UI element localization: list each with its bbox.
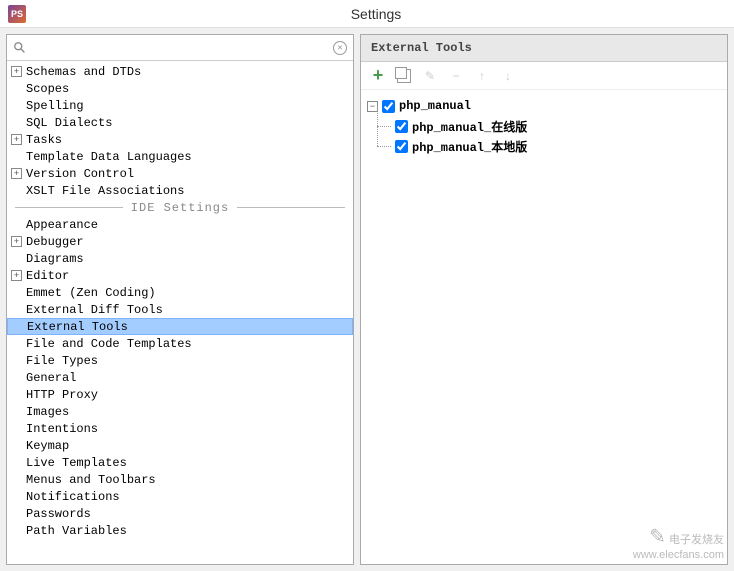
tree-item[interactable]: Intentions	[7, 420, 353, 437]
tree-item[interactable]: Menus and Toolbars	[7, 471, 353, 488]
tree-item-label: Emmet (Zen Coding)	[26, 286, 156, 300]
add-button[interactable]: +	[369, 67, 387, 85]
root-checkbox[interactable]	[382, 100, 395, 113]
expand-icon[interactable]: +	[11, 168, 22, 179]
tree-item[interactable]: + Tasks	[7, 131, 353, 148]
tree-item[interactable]: Keymap	[7, 437, 353, 454]
tree-item[interactable]: File and Code Templates	[7, 335, 353, 352]
tree-item[interactable]: Appearance	[7, 216, 353, 233]
tree-item[interactable]: + Schemas and DTDs	[7, 63, 353, 80]
child-checkbox[interactable]	[395, 140, 408, 153]
tree-item[interactable]: External Diff Tools	[7, 301, 353, 318]
tree-item[interactable]: Scopes	[7, 80, 353, 97]
search-icon	[13, 41, 27, 55]
tree-child[interactable]: php_manual_在线版	[367, 116, 721, 136]
app-icon: PS	[8, 5, 26, 23]
tree-item[interactable]: + Debugger	[7, 233, 353, 250]
edit-button[interactable]: ✎	[421, 67, 439, 85]
tools-tree[interactable]: − php_manual php_manual_在线版 php_manual_本地…	[361, 90, 727, 564]
tree-item-label: XSLT File Associations	[26, 184, 184, 198]
tree-item[interactable]: XSLT File Associations	[7, 182, 353, 199]
panel-header: External Tools	[361, 35, 727, 62]
copy-button[interactable]	[395, 67, 413, 85]
settings-tree[interactable]: + Schemas and DTDs Scopes Spelling SQL Diale…	[7, 61, 353, 564]
move-down-button[interactable]: ↓	[499, 67, 517, 85]
tree-item[interactable]: HTTP Proxy	[7, 386, 353, 403]
tree-item-label: Keymap	[26, 439, 69, 453]
tree-item[interactable]: SQL Dialects	[7, 114, 353, 131]
tree-item-label: Live Templates	[26, 456, 127, 470]
tree-item-label: External Diff Tools	[26, 303, 163, 317]
tree-item-label: General	[26, 371, 76, 385]
tree-item-label: Path Variables	[26, 524, 127, 538]
external-tools-panel: External Tools + ✎ − ↑ ↓ − php_manual ph…	[360, 34, 728, 565]
tree-item-label: SQL Dialects	[26, 116, 112, 130]
tree-item-label: Appearance	[26, 218, 98, 232]
tree-item-label: Intentions	[26, 422, 98, 436]
tree-item[interactable]: Spelling	[7, 97, 353, 114]
tree-item-label: HTTP Proxy	[26, 388, 98, 402]
window-title: Settings	[26, 6, 726, 22]
tree-item-label: Menus and Toolbars	[26, 473, 156, 487]
tree-item-label: File and Code Templates	[26, 337, 192, 351]
tree-item[interactable]: + Editor	[7, 267, 353, 284]
tree-item[interactable]: Passwords	[7, 505, 353, 522]
tree-item-label: Notifications	[26, 490, 120, 504]
toolbar: + ✎ − ↑ ↓	[361, 62, 727, 90]
tree-item-label: Images	[26, 405, 69, 419]
tree-item[interactable]: + Version Control	[7, 165, 353, 182]
tree-item-label: Schemas and DTDs	[26, 65, 141, 79]
tree-item[interactable]: Notifications	[7, 488, 353, 505]
move-up-button[interactable]: ↑	[473, 67, 491, 85]
tree-item-label: Editor	[26, 269, 69, 283]
tree-item-label: File Types	[26, 354, 98, 368]
tree-item-label: Diagrams	[26, 252, 84, 266]
clear-search-icon[interactable]: ✕	[333, 41, 347, 55]
tree-item-label: Tasks	[26, 133, 62, 147]
tree-item[interactable]: Live Templates	[7, 454, 353, 471]
title-bar: PS Settings	[0, 0, 734, 28]
tree-item[interactable]: Template Data Languages	[7, 148, 353, 165]
tree-item[interactable]: Diagrams	[7, 250, 353, 267]
tree-item[interactable]: General	[7, 369, 353, 386]
expand-icon[interactable]: +	[11, 270, 22, 281]
tree-root[interactable]: − php_manual	[367, 96, 721, 116]
settings-tree-panel: ✕ + Schemas and DTDs Scopes Spelling SQL Dia…	[6, 34, 354, 565]
tree-child[interactable]: php_manual_本地版	[367, 136, 721, 156]
expand-icon[interactable]: +	[11, 134, 22, 145]
tree-item-label: Debugger	[26, 235, 84, 249]
tree-item-label: Scopes	[26, 82, 69, 96]
tree-item-label: External Tools	[27, 320, 128, 334]
tree-item[interactable]: File Types	[7, 352, 353, 369]
expand-icon[interactable]: +	[11, 236, 22, 247]
search-box: ✕	[7, 35, 353, 61]
child-label: php_manual_本地版	[412, 138, 527, 155]
root-label: php_manual	[399, 99, 471, 113]
tree-item[interactable]: Path Variables	[7, 522, 353, 539]
tree-item[interactable]: Emmet (Zen Coding)	[7, 284, 353, 301]
remove-button[interactable]: −	[447, 67, 465, 85]
search-input[interactable]	[31, 41, 333, 55]
child-label: php_manual_在线版	[412, 118, 527, 135]
tree-item-label: Template Data Languages	[26, 150, 192, 164]
section-header: IDE Settings	[7, 199, 353, 216]
tree-item[interactable]: Images	[7, 403, 353, 420]
main-area: ✕ + Schemas and DTDs Scopes Spelling SQL Dia…	[0, 28, 734, 571]
tree-item[interactable]: External Tools	[7, 318, 353, 335]
expand-icon[interactable]: +	[11, 66, 22, 77]
tree-item-label: Passwords	[26, 507, 91, 521]
child-checkbox[interactable]	[395, 120, 408, 133]
tree-item-label: Version Control	[26, 167, 134, 181]
tree-item-label: Spelling	[26, 99, 84, 113]
